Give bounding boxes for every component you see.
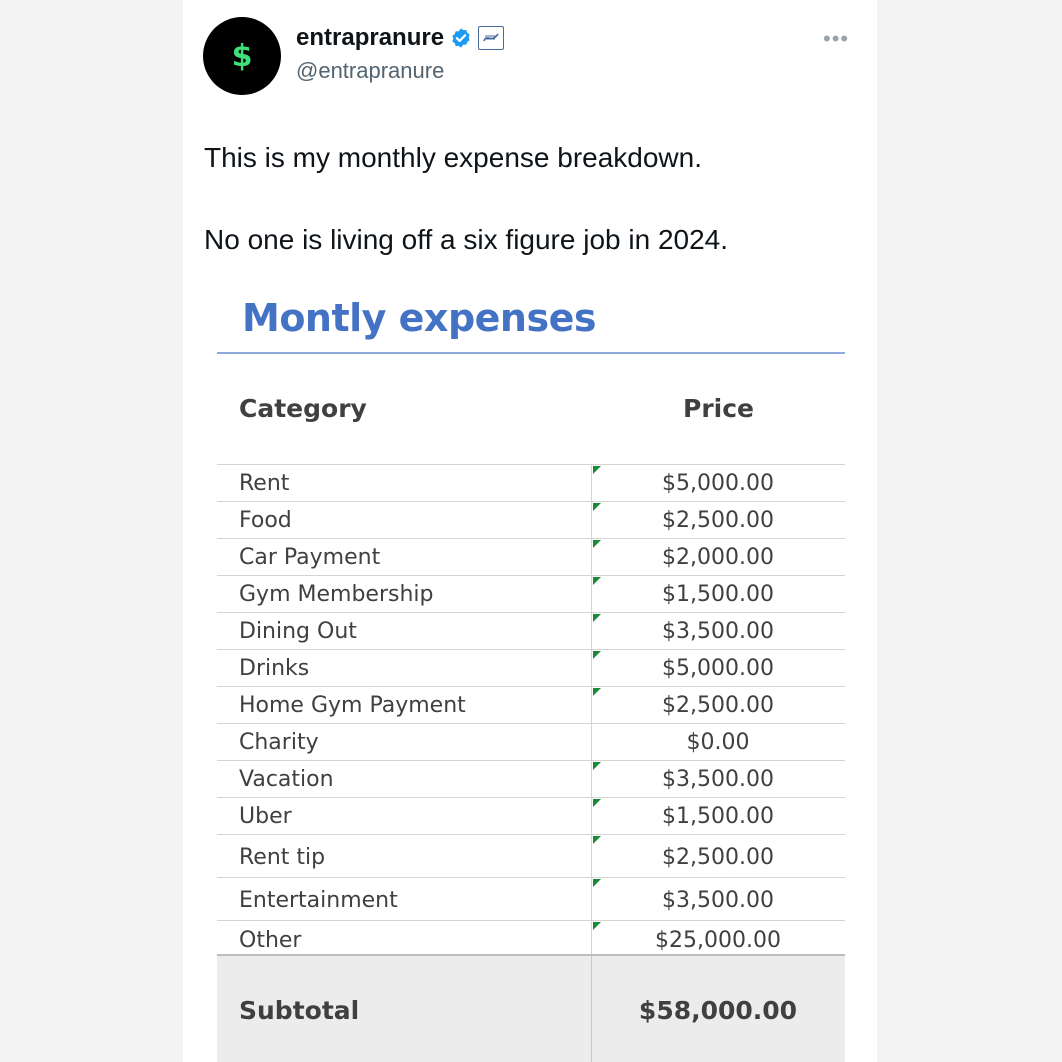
spreadsheet-image[interactable]: Montly expenses Category Price Rent $5,00… <box>217 288 845 1062</box>
tweet-text-line: This is my monthly expense breakdown. <box>204 142 702 173</box>
price-cell: $5,000.00 <box>662 656 774 681</box>
price-cell: $2,500.00 <box>662 845 774 870</box>
tweet-text-line: No one is living off a six figure job in… <box>204 224 729 255</box>
column-header-price: Price <box>683 394 754 423</box>
subtotal-row: Subtotal $58,000.00 <box>217 954 845 1062</box>
table-row: Entertainment $3,500.00 <box>217 877 845 920</box>
price-cell: $2,500.00 <box>662 508 774 533</box>
category-cell: Gym Membership <box>239 582 434 607</box>
category-cell: Entertainment <box>239 888 398 913</box>
category-cell: Charity <box>239 730 319 755</box>
error-flag-icon <box>593 879 601 887</box>
price-cell: $0.00 <box>686 730 750 755</box>
price-cell: $3,500.00 <box>662 888 774 913</box>
category-cell: Home Gym Payment <box>239 693 466 718</box>
category-cell: Rent tip <box>239 845 326 870</box>
author-display-name[interactable]: entrapranure <box>296 24 444 52</box>
category-cell: Dining Out <box>239 619 357 644</box>
title-divider <box>217 352 845 354</box>
price-cell: $3,500.00 <box>662 767 774 792</box>
price-cell: $5,000.00 <box>662 471 774 496</box>
dollar-sign-icon: $ <box>231 38 253 74</box>
error-flag-icon <box>593 836 601 844</box>
table-row: Car Payment $2,000.00 <box>217 538 845 575</box>
expense-table: Rent $5,000.00 Food $2,500.00 Car Payment $… <box>217 464 845 959</box>
table-row: Rent $5,000.00 <box>217 464 845 501</box>
table-row: Drinks $5,000.00 <box>217 649 845 686</box>
category-cell: Other <box>239 928 302 953</box>
category-cell: Car Payment <box>239 545 381 570</box>
table-row: Vacation $3,500.00 <box>217 760 845 797</box>
table-row: Food $2,500.00 <box>217 501 845 538</box>
column-header-category: Category <box>239 394 367 423</box>
table-row: Dining Out $3,500.00 <box>217 612 845 649</box>
table-row: Home Gym Payment $2,500.00 <box>217 686 845 723</box>
table-row: Charity $0.00 <box>217 723 845 760</box>
price-cell: $1,500.00 <box>662 582 774 607</box>
more-options-icon[interactable]: ••• <box>823 26 849 52</box>
price-cell: $2,500.00 <box>662 693 774 718</box>
subtotal-value: $58,000.00 <box>638 996 798 1025</box>
price-cell: $3,500.00 <box>662 619 774 644</box>
category-cell: Uber <box>239 804 292 829</box>
tweet-text: This is my monthly expense breakdown. No… <box>204 138 844 260</box>
category-cell: Food <box>239 508 292 533</box>
author-handle[interactable]: @entrapranure <box>296 58 444 84</box>
verified-check-icon <box>452 28 470 48</box>
tweet-card: $ entrapranure @entrapranure ••• This is… <box>183 0 877 1062</box>
sheet-title: Montly expenses <box>242 296 596 340</box>
category-cell: Vacation <box>239 767 334 792</box>
category-cell: Drinks <box>239 656 310 681</box>
table-row: Rent tip $2,500.00 <box>217 834 845 877</box>
price-cell: $1,500.00 <box>662 804 774 829</box>
author-name-row: entrapranure <box>296 24 505 52</box>
subtotal-label: Subtotal <box>239 996 360 1025</box>
avatar[interactable]: $ <box>203 17 281 95</box>
table-row: Uber $1,500.00 <box>217 797 845 834</box>
price-cell: $25,000.00 <box>655 928 781 953</box>
affiliate-badge-icon[interactable] <box>478 26 505 50</box>
category-cell: Rent <box>239 471 290 496</box>
table-row: Gym Membership $1,500.00 <box>217 575 845 612</box>
price-cell: $2,000.00 <box>662 545 774 570</box>
